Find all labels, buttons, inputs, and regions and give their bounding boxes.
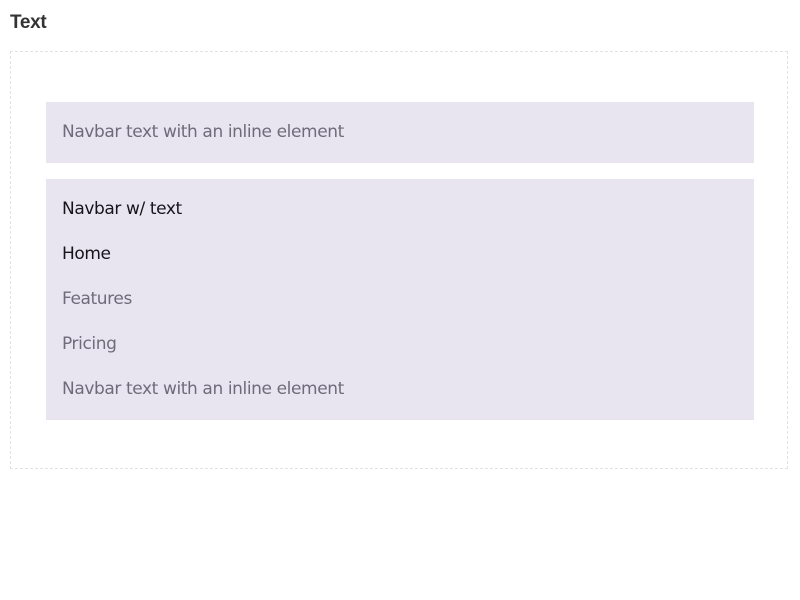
page: Text Navbar text with an inline element …: [0, 0, 800, 600]
navbar-text-only: Navbar text with an inline element: [46, 102, 754, 163]
nav-link-features[interactable]: Features: [62, 287, 132, 311]
example-frame: Navbar text with an inline element Navba…: [10, 51, 788, 469]
nav-link-home[interactable]: Home: [62, 242, 111, 266]
navbar-brand-link[interactable]: Navbar w/ text: [62, 197, 182, 221]
navbar-with-links: Navbar w/ text Home Features Pricing Nav…: [46, 179, 754, 420]
nav-link-pricing[interactable]: Pricing: [62, 332, 117, 356]
navbar-text: Navbar text with an inline element: [62, 379, 344, 399]
navbar-text: Navbar text with an inline element: [62, 122, 344, 142]
section-title: Text: [10, 12, 47, 33]
